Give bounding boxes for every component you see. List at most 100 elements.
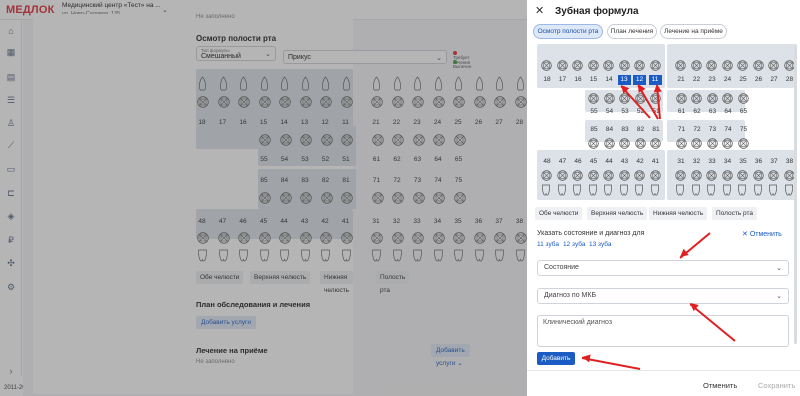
tooth-number[interactable]: 33 [705, 158, 719, 165]
tooth-surface-icon[interactable] [587, 170, 599, 181]
add-button[interactable]: Добавить [537, 352, 575, 365]
tooth-number[interactable]: 16 [571, 76, 585, 83]
tooth-surface-icon[interactable] [619, 138, 630, 149]
tooth-number[interactable]: 14 [602, 76, 616, 83]
tooth-surface-icon[interactable] [783, 60, 795, 71]
tooth-surface-icon[interactable] [588, 138, 599, 149]
tooth-surface-icon[interactable] [690, 60, 702, 71]
tooth-surface-icon[interactable] [634, 170, 645, 181]
tooth-surface-icon[interactable] [752, 60, 764, 71]
tooth-surface-icon[interactable] [572, 60, 583, 71]
tooth-surface-icon[interactable] [706, 138, 718, 149]
tooth-root-icon[interactable] [634, 184, 644, 198]
chip-tooth-11[interactable]: 11 зуба [537, 241, 559, 248]
tooth-number[interactable]: 75 [737, 126, 751, 133]
tooth-number[interactable]: 74 [721, 126, 735, 133]
tooth-surface-icon[interactable] [603, 93, 615, 104]
tooth-number[interactable]: 62 [690, 108, 704, 115]
panel-jaw-button[interactable]: Обе челюсти [535, 207, 583, 220]
tooth-surface-icon[interactable] [768, 60, 779, 71]
tooth-number[interactable]: 54 [603, 108, 617, 115]
modal-overlay[interactable] [0, 0, 527, 396]
tooth-number[interactable]: 47 [556, 158, 570, 165]
tooth-surface-icon[interactable] [634, 138, 646, 149]
tooth-root-icon[interactable] [784, 184, 794, 198]
tooth-number[interactable]: 73 [706, 126, 720, 133]
tooth-number[interactable]: 55 [587, 108, 601, 115]
tooth-surface-icon[interactable] [675, 170, 686, 181]
tooth-surface-icon[interactable] [650, 138, 661, 149]
tooth-number[interactable]: 82 [634, 126, 648, 133]
tooth-number[interactable]: 64 [721, 108, 735, 115]
tooth-number[interactable]: 48 [540, 158, 554, 165]
tooth-number[interactable]: 25 [736, 76, 750, 83]
tooth-surface-icon[interactable] [541, 170, 552, 181]
tooth-surface-icon[interactable] [572, 170, 583, 181]
tooth-number[interactable]: 37 [767, 158, 781, 165]
tooth-number[interactable]: 23 [705, 76, 719, 83]
tooth-surface-icon[interactable] [588, 93, 599, 104]
tooth-number[interactable]: 26 [752, 76, 766, 83]
tooth-root-icon[interactable] [541, 184, 551, 198]
tooth-surface-icon[interactable] [722, 93, 733, 104]
tooth-surface-icon[interactable] [768, 170, 779, 181]
tooth-root-icon[interactable] [650, 184, 660, 198]
cancel-button[interactable]: Отменить [703, 381, 737, 390]
tooth-number[interactable]: 22 [690, 76, 704, 83]
tooth-surface-icon[interactable] [690, 170, 702, 181]
tooth-surface-icon[interactable] [706, 170, 717, 181]
tooth-surface-icon[interactable] [722, 138, 733, 149]
tooth-number[interactable]: 27 [767, 76, 781, 83]
tooth-surface-icon[interactable] [556, 60, 568, 71]
panel-scrollbar[interactable] [794, 44, 797, 344]
tooth-number[interactable]: 15 [587, 76, 601, 83]
panel-jaw-button[interactable]: Полость рта [712, 207, 758, 220]
tooth-root-icon[interactable] [737, 184, 747, 198]
state-select[interactable]: Состояние ⌄ [537, 260, 789, 276]
tooth-number[interactable]: 46 [571, 158, 585, 165]
tooth-number[interactable]: 63 [706, 108, 720, 115]
tooth-surface-icon[interactable] [556, 170, 568, 181]
panel-jaw-button[interactable]: Нижняя челюсть [649, 207, 708, 220]
tooth-surface-icon[interactable] [603, 60, 614, 71]
tooth-root-icon[interactable] [768, 184, 778, 198]
tooth-surface-icon[interactable] [737, 138, 749, 149]
tooth-surface-icon[interactable] [634, 60, 645, 71]
tooth-surface-icon[interactable] [721, 60, 733, 71]
tooth-surface-icon[interactable] [649, 60, 661, 71]
tooth-root-icon[interactable] [557, 184, 567, 198]
tooth-number[interactable]: 18 [540, 76, 554, 83]
chip-tooth-12[interactable]: 12 зуба [563, 241, 585, 248]
tooth-number[interactable]: 17 [556, 76, 570, 83]
tooth-surface-icon[interactable] [649, 170, 661, 181]
tooth-root-icon[interactable] [722, 184, 732, 198]
tooth-root-icon[interactable] [753, 184, 763, 198]
tooth-number[interactable]: 35 [736, 158, 750, 165]
tooth-surface-icon[interactable] [691, 138, 702, 149]
tooth-root-icon[interactable] [588, 184, 598, 198]
reset-link[interactable]: ✕ Отменить [742, 230, 782, 238]
tooth-surface-icon[interactable] [691, 93, 702, 104]
tooth-surface-icon[interactable] [675, 138, 687, 149]
tooth-number[interactable]: 36 [752, 158, 766, 165]
tooth-root-icon[interactable] [706, 184, 716, 198]
tooth-number[interactable]: 53 [618, 108, 632, 115]
close-icon[interactable]: ✕ [535, 4, 544, 17]
tooth-surface-icon[interactable] [706, 93, 718, 104]
panel-jaw-button[interactable]: Верхняя челюсть [587, 207, 648, 220]
tooth-surface-icon[interactable] [752, 170, 764, 181]
mkb-diagnosis-select[interactable]: Диагноз по МКБ ⌄ [537, 288, 789, 304]
tooth-surface-icon[interactable] [675, 60, 686, 71]
tooth-surface-icon[interactable] [603, 138, 615, 149]
tooth-number[interactable]: 42 [633, 158, 647, 165]
save-button[interactable]: Сохранить [758, 381, 795, 390]
tooth-number[interactable]: 84 [603, 126, 617, 133]
tooth-number[interactable]: 71 [675, 126, 689, 133]
tooth-root-icon[interactable] [675, 184, 685, 198]
tooth-number[interactable]: 21 [674, 76, 688, 83]
tooth-number[interactable]: 31 [674, 158, 688, 165]
tooth-number[interactable]: 41 [649, 158, 663, 165]
tooth-root-icon[interactable] [691, 184, 701, 198]
tooth-number[interactable]: 43 [618, 158, 632, 165]
tooth-surface-icon[interactable] [541, 60, 552, 71]
